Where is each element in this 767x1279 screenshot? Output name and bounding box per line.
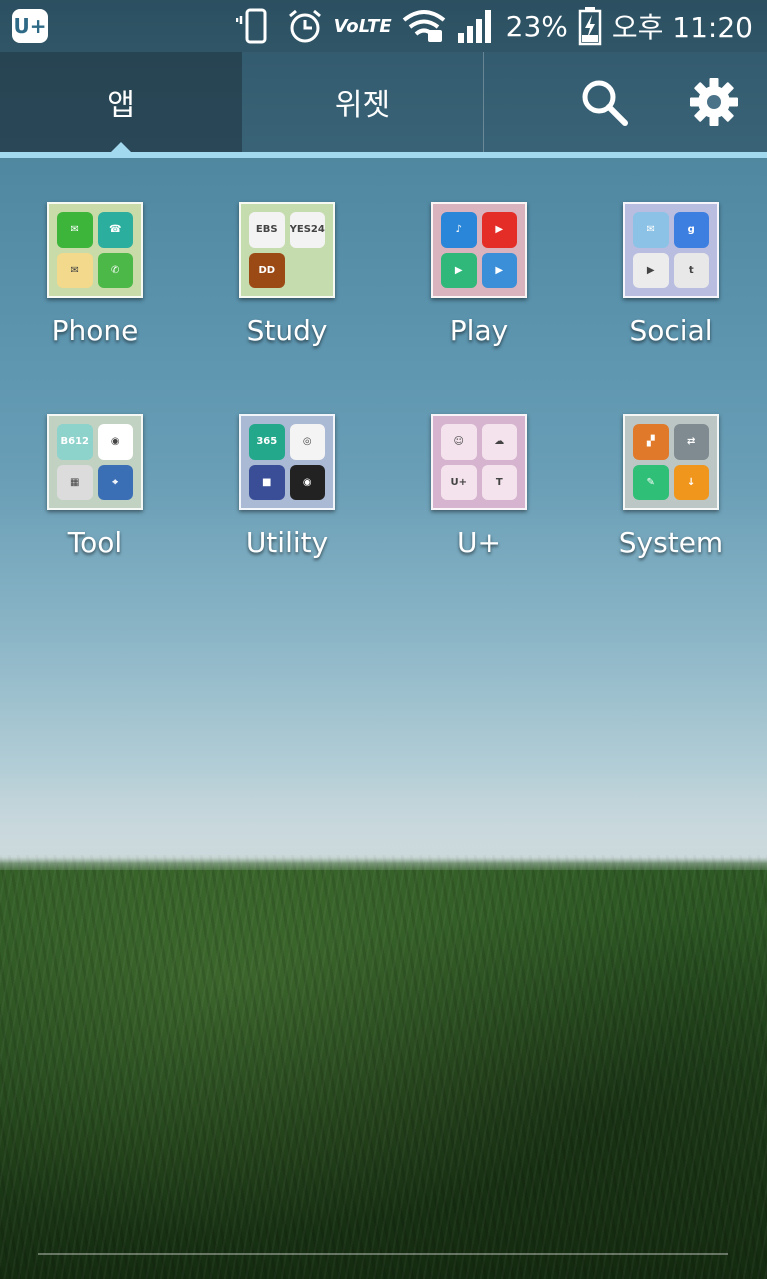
folder-label: U+: [457, 526, 501, 559]
music-icon: ♪: [441, 212, 477, 248]
folder-play[interactable]: ♪ ▶ ▶ ▶ Play: [384, 202, 574, 382]
empty-slot: [290, 253, 326, 289]
vibrate-icon: [235, 6, 276, 46]
wifi-lock-icon: [402, 8, 446, 44]
folder-label: System: [618, 526, 724, 559]
tab-widgets-label: 위젯: [334, 88, 391, 123]
phone-icon: ✆: [97, 252, 133, 288]
camera-circle-icon: ◎: [289, 424, 325, 460]
tmoney-icon: T: [481, 464, 517, 500]
youtube-icon: ▶: [481, 212, 517, 248]
folder-utility[interactable]: 365 ◎ ■ ◉ Utility: [192, 414, 382, 594]
download-icon: ↓: [673, 464, 709, 500]
storage-icon: ⇄: [673, 424, 709, 460]
video-call-icon: ■: [249, 464, 285, 500]
wallpaper-horizon: [0, 770, 767, 870]
yes24-icon: YES24: [289, 212, 325, 248]
clock: 오후 11:20: [611, 11, 753, 44]
folder-tool[interactable]: B612 ◉ ▦ ⌖ Tool: [0, 414, 190, 594]
folder-thumbnail: ♪ ▶ ▶ ▶: [431, 202, 527, 298]
folder-study[interactable]: EBS YES24 DD Study: [192, 202, 382, 382]
video-icon: ▶: [481, 252, 517, 288]
folder-label: Tool: [67, 526, 123, 559]
color-wheel-icon: ◉: [97, 424, 133, 460]
battery-charging-icon: [578, 6, 602, 46]
bottom-divider: [38, 1253, 728, 1255]
folder-label: Phone: [51, 314, 139, 347]
customer-service-icon: ☺: [441, 424, 477, 460]
calculator-icon: ▦: [57, 464, 93, 500]
google-icon: g: [673, 212, 709, 248]
uplus-20-icon: U+: [441, 464, 477, 500]
alarm-icon: [286, 7, 324, 45]
avg-icon: ▞: [633, 424, 669, 460]
battery-percentage: 23%: [505, 9, 568, 43]
folder-label: Social: [629, 314, 713, 347]
kakao-icon: ✉: [633, 212, 669, 248]
status-bar: U+ VoLTE 23% 오후 11:20: [0, 0, 767, 52]
wallpaper-grass: [0, 855, 767, 1279]
365-icon: 365: [249, 424, 285, 460]
email-icon: ✉: [57, 252, 93, 288]
app-drawer-tab-bar: 앱 위젯: [0, 52, 767, 158]
folder-social[interactable]: ✉ g ▶ t Social: [576, 202, 766, 382]
folder-thumbnail: ▞ ⇄ ✎ ↓: [623, 414, 719, 510]
tab-divider: [483, 52, 484, 152]
tab-bar-underline: [0, 152, 767, 158]
contacts-icon: ☎: [97, 212, 133, 248]
folder-thumbnail: ☺ ☁ U+ T: [431, 414, 527, 510]
gear-icon: [690, 78, 738, 126]
volte-icon: VoLTE: [333, 15, 392, 37]
folder-label: Study: [246, 314, 328, 347]
play-store-icon: ▶: [633, 252, 669, 288]
map-pin-icon: ⌖: [97, 464, 133, 500]
cleaner-icon: ✎: [633, 464, 669, 500]
folder-label: Play: [449, 314, 509, 347]
carrier-logo-icon: U+: [12, 9, 48, 43]
tab-apps[interactable]: 앱: [0, 52, 242, 152]
folder-system[interactable]: ▞ ⇄ ✎ ↓ System: [576, 414, 766, 594]
tab-widgets[interactable]: 위젯: [242, 52, 483, 152]
ebs-icon: EBS: [249, 212, 285, 248]
folder-label: Utility: [245, 526, 329, 559]
b612-icon: B612: [57, 424, 93, 460]
search-icon: [582, 80, 628, 126]
folder-phone[interactable]: ✉ ☎ ✉ ✆ Phone: [0, 202, 190, 382]
tumblr-icon: t: [673, 252, 709, 288]
settings-button[interactable]: [686, 74, 742, 130]
cloud-icon: ☁: [481, 424, 517, 460]
signal-icon: [456, 7, 496, 45]
diodict-icon: DD: [249, 252, 285, 288]
folder-thumbnail: ✉ g ▶ t: [623, 202, 719, 298]
tab-apps-label: 앱: [107, 88, 135, 123]
folder-thumbnail: B612 ◉ ▦ ⌖: [47, 414, 143, 510]
camera-icon: ◉: [289, 464, 325, 500]
folder-thumbnail: EBS YES24 DD: [239, 202, 335, 298]
search-button[interactable]: [576, 74, 632, 130]
message-icon: ✉: [57, 212, 93, 248]
folder-thumbnail: ✉ ☎ ✉ ✆: [47, 202, 143, 298]
play-movies-icon: ▶: [441, 252, 477, 288]
folder-thumbnail: 365 ◎ ■ ◉: [239, 414, 335, 510]
folder-uplus[interactable]: ☺ ☁ U+ T U+: [384, 414, 574, 594]
